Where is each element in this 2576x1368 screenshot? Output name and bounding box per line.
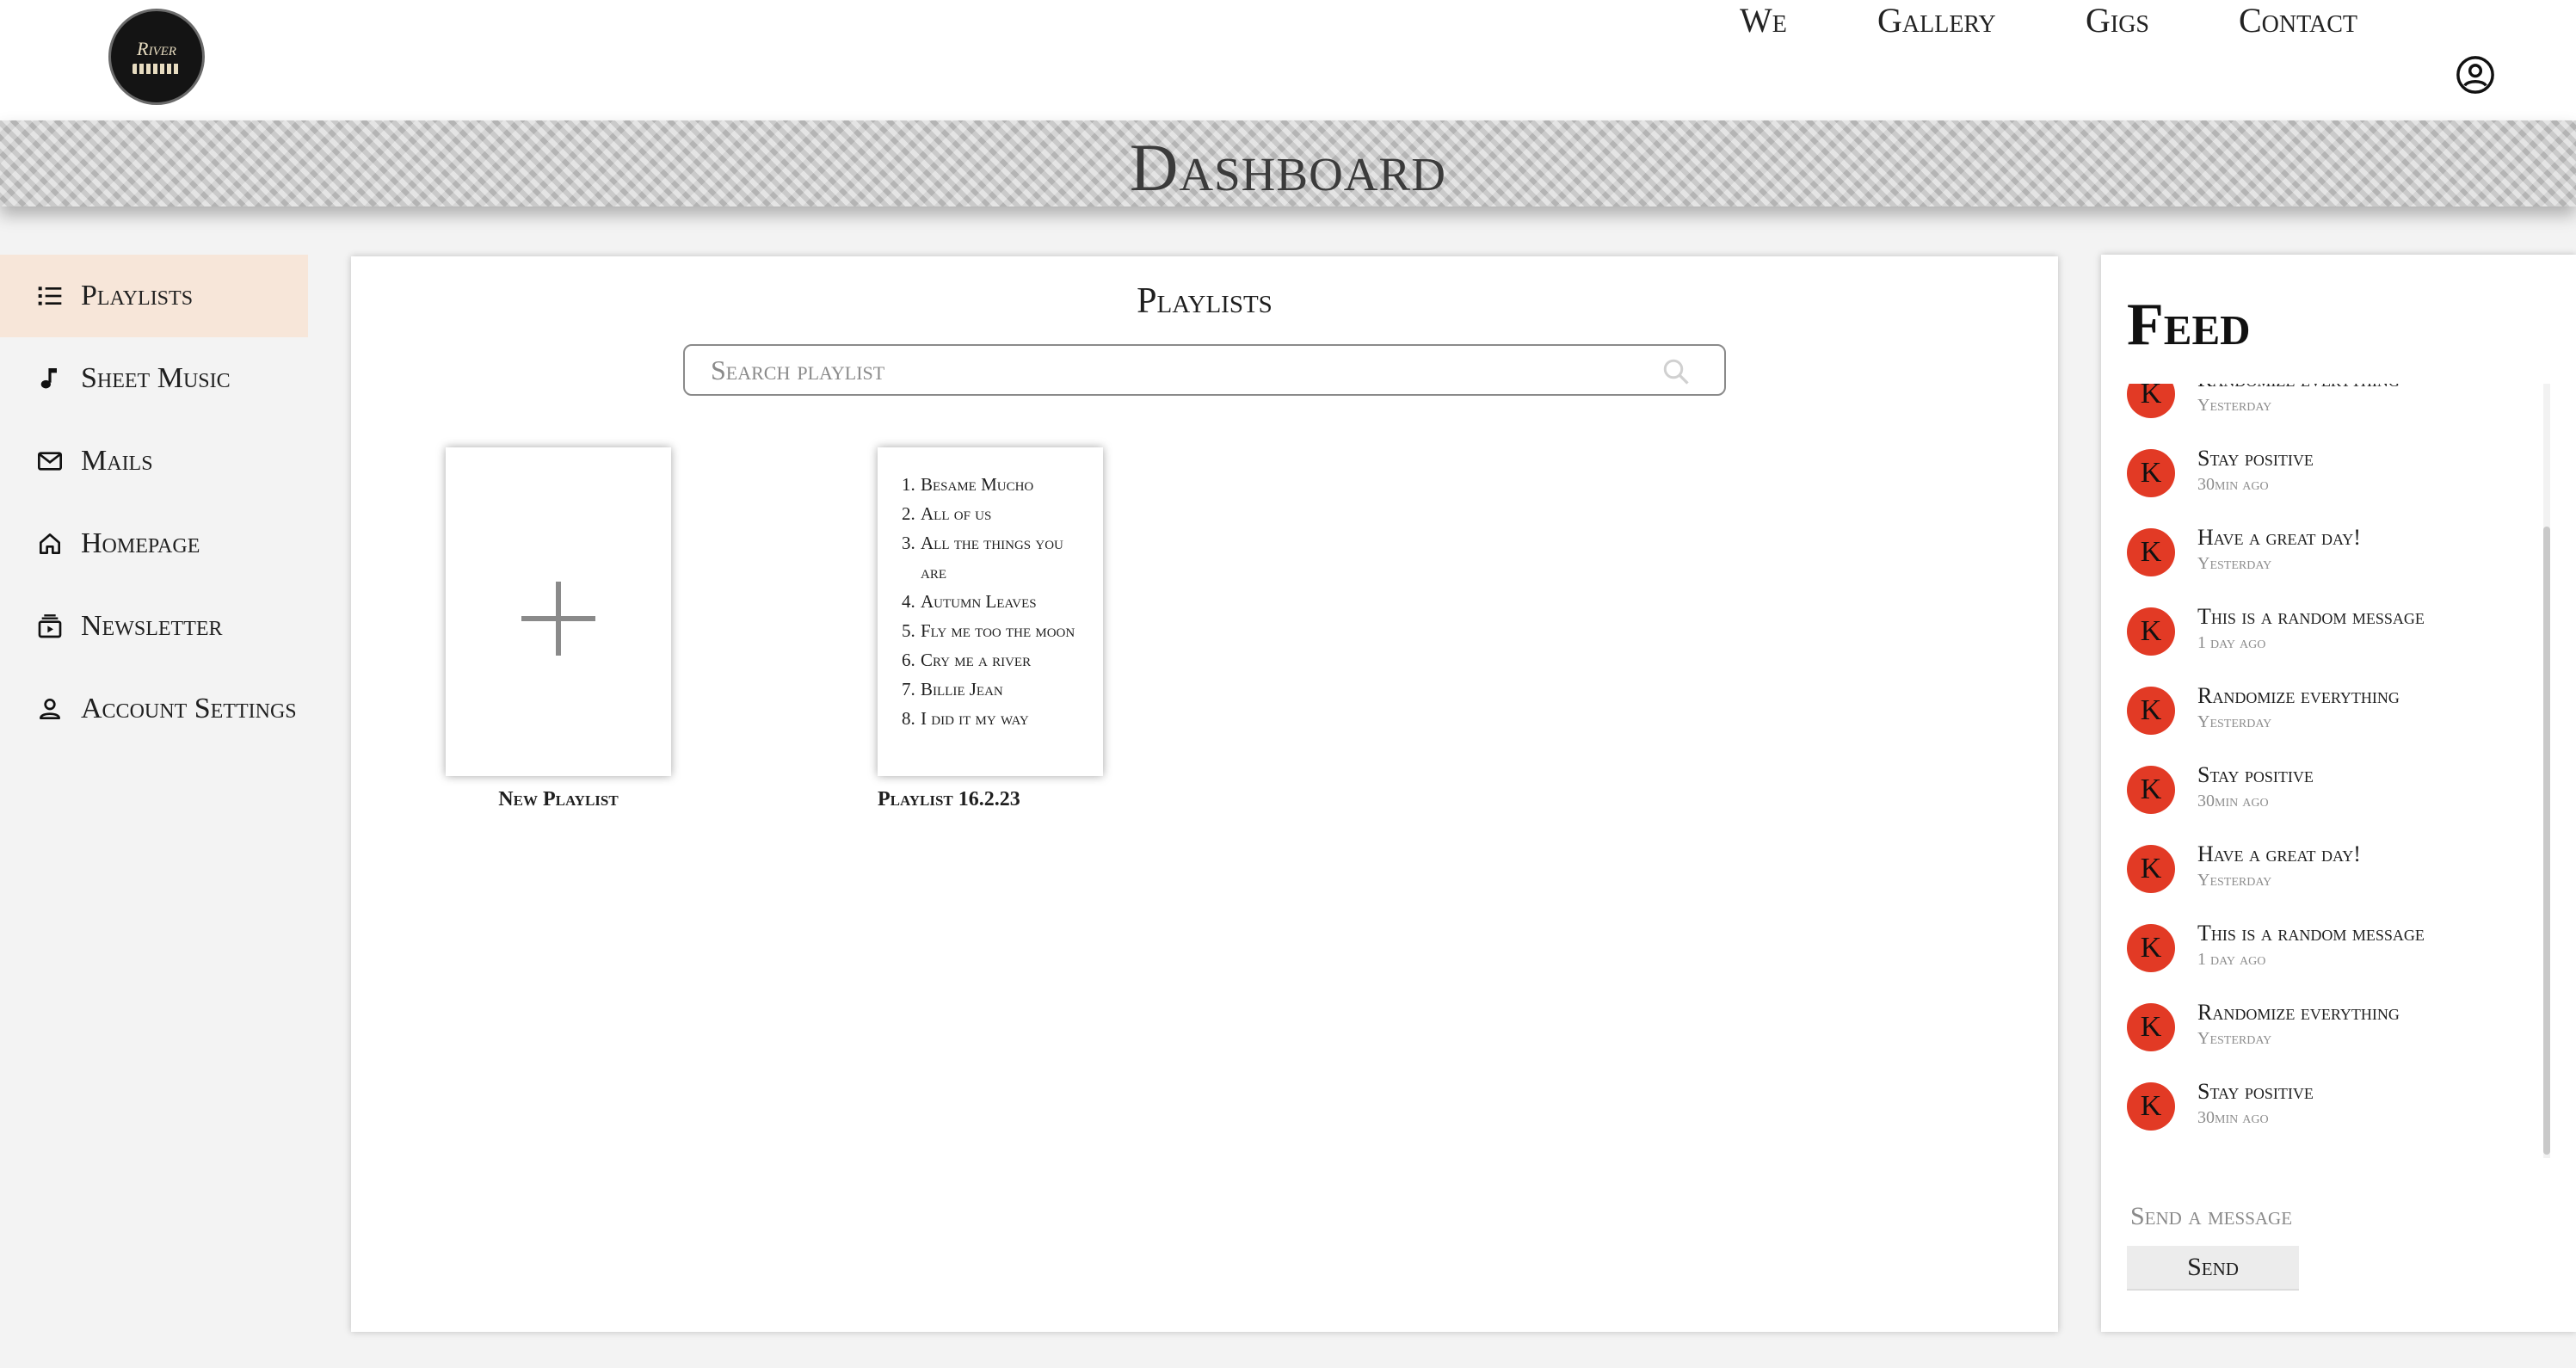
feed-time: 30min ago bbox=[2197, 792, 2269, 810]
message-input[interactable] bbox=[2130, 1199, 2474, 1234]
home-icon bbox=[40, 533, 60, 554]
sidebar: Playlists Sheet Music Mails Homepage New… bbox=[0, 255, 308, 750]
sidebar-item-newsletter[interactable]: Newsletter bbox=[0, 585, 308, 668]
avatar: K bbox=[2127, 766, 2175, 814]
avatar: K bbox=[2127, 1003, 2175, 1051]
avatar: K bbox=[2127, 384, 2175, 418]
sidebar-item-label: Newsletter bbox=[81, 610, 223, 642]
playlist-caption: Playlist 16.2.23 bbox=[878, 788, 1020, 810]
feed-message: Randomize everything bbox=[2197, 384, 2400, 392]
song-item: 8. I did it my way bbox=[902, 708, 1029, 729]
song-list: 1. Besame Mucho 2. All of us 3. All the thi… bbox=[902, 470, 1093, 733]
feed-time: 1 day ago bbox=[2197, 950, 2266, 969]
search-input[interactable] bbox=[711, 354, 1657, 386]
feed-time: Yesterday bbox=[2197, 871, 2272, 890]
plus-icon bbox=[521, 582, 595, 656]
feed-item: K Stay positive 30min ago bbox=[2127, 442, 2540, 511]
song-item: 6. Cry me a river bbox=[902, 650, 1032, 670]
sidebar-item-label: Sheet Music bbox=[81, 362, 231, 394]
song-item: 3. All the things you are bbox=[902, 533, 1063, 582]
sidebar-item-label: Account Settings bbox=[81, 693, 297, 724]
feed-time: Yesterday bbox=[2197, 712, 2272, 731]
person-icon bbox=[40, 699, 60, 719]
song-item: 4. Autumn Leaves bbox=[902, 591, 1037, 612]
feed-time: 30min ago bbox=[2197, 475, 2269, 494]
logo-text: River bbox=[137, 38, 176, 59]
avatar: K bbox=[2127, 924, 2175, 972]
song-item: 7. Billie Jean bbox=[902, 679, 1003, 699]
page-title: Dashboard bbox=[1130, 130, 1446, 205]
song-item: 5. Fly me too the moon bbox=[902, 620, 1075, 641]
music-note-icon bbox=[40, 368, 57, 389]
send-button[interactable]: Send bbox=[2127, 1246, 2299, 1291]
newsletter-icon bbox=[38, 614, 62, 638]
sidebar-item-mails[interactable]: Mails bbox=[0, 420, 308, 502]
avatar: K bbox=[2127, 1082, 2175, 1131]
sidebar-item-label: Playlists bbox=[81, 280, 194, 311]
sidebar-item-label: Mails bbox=[81, 445, 153, 477]
panel-title: Playlists bbox=[1137, 281, 1273, 321]
list-icon bbox=[38, 287, 62, 305]
feed-item: K Randomize everything Yesterday bbox=[2127, 680, 2540, 749]
new-playlist-card[interactable] bbox=[446, 447, 671, 776]
feed-time: Yesterday bbox=[2197, 396, 2272, 415]
feed-time: 30min ago bbox=[2197, 1108, 2269, 1127]
feed-message: Stay positive bbox=[2197, 1079, 2314, 1104]
song-item: 2. All of us bbox=[902, 503, 992, 524]
piano-keys-graphic bbox=[132, 64, 181, 74]
feed-item: K This is a random message 1 day ago bbox=[2127, 601, 2540, 669]
feed-message: Stay positive bbox=[2197, 446, 2314, 471]
avatar: K bbox=[2127, 449, 2175, 497]
nav-gallery[interactable]: Gallery bbox=[1877, 0, 1996, 40]
feed-item: K This is a random message 1 day ago bbox=[2127, 917, 2540, 986]
feed-item: K Have a great day! Yesterday bbox=[2127, 521, 2540, 590]
mail-icon bbox=[38, 452, 62, 471]
sidebar-item-account-settings[interactable]: Account Settings bbox=[0, 668, 308, 750]
song-item: 1. Besame Mucho bbox=[902, 474, 1034, 495]
feed-message: This is a random message bbox=[2197, 604, 2425, 629]
nav-we[interactable]: We bbox=[1740, 0, 1787, 40]
feed-item: K Stay positive 30min ago bbox=[2127, 759, 2540, 828]
feed-item: K Have a great day! Yesterday bbox=[2127, 838, 2540, 907]
new-playlist-caption: New Playlist bbox=[498, 788, 619, 810]
dashboard-banner: Dashboard bbox=[0, 120, 2576, 206]
nav-contact[interactable]: Contact bbox=[2239, 0, 2357, 40]
feed-item: K Stay positive 30min ago bbox=[2127, 1075, 2540, 1144]
user-account-icon[interactable] bbox=[2456, 55, 2495, 95]
feed-panel: Feed K Randomize everything Yesterday K … bbox=[2101, 255, 2576, 1332]
nav-gigs[interactable]: Gigs bbox=[2086, 0, 2149, 40]
band-logo[interactable]: River bbox=[108, 9, 205, 105]
playlist-search-bar[interactable] bbox=[683, 344, 1726, 396]
feed-item: K Randomize everything Yesterday bbox=[2127, 384, 2540, 432]
feed-time: Yesterday bbox=[2197, 1029, 2272, 1048]
sidebar-item-homepage[interactable]: Homepage bbox=[0, 502, 308, 585]
feed-time: 1 day ago bbox=[2197, 633, 2266, 652]
playlist-card[interactable]: 1. Besame Mucho 2. All of us 3. All the thi… bbox=[878, 447, 1103, 776]
feed-title: Feed bbox=[2127, 292, 2251, 358]
feed-scrollbar-thumb[interactable] bbox=[2543, 527, 2550, 1155]
avatar: K bbox=[2127, 845, 2175, 893]
feed-message: Have a great day! bbox=[2197, 841, 2361, 866]
sidebar-item-sheet-music[interactable]: Sheet Music bbox=[0, 337, 308, 420]
search-icon[interactable] bbox=[1661, 356, 1692, 387]
sidebar-item-label: Homepage bbox=[81, 527, 200, 559]
avatar: K bbox=[2127, 528, 2175, 576]
feed-message: This is a random message bbox=[2197, 921, 2425, 946]
avatar: K bbox=[2127, 687, 2175, 735]
feed-scrollbar[interactable] bbox=[2543, 384, 2550, 1158]
feed-item: K Randomize everything Yesterday bbox=[2127, 996, 2540, 1065]
playlists-panel: Playlists New Playlist 1.Besame Mucho 2.… bbox=[351, 256, 2058, 1332]
feed-message: Randomize everything bbox=[2197, 1000, 2400, 1025]
avatar: K bbox=[2127, 607, 2175, 656]
top-navbar: River We Gallery Gigs Contact bbox=[0, 0, 2576, 120]
feed-message: Have a great day! bbox=[2197, 525, 2361, 550]
feed-message: Stay positive bbox=[2197, 762, 2314, 787]
sidebar-item-playlists[interactable]: Playlists bbox=[0, 255, 308, 337]
feed-message: Randomize everything bbox=[2197, 683, 2400, 708]
feed-time: Yesterday bbox=[2197, 554, 2272, 573]
